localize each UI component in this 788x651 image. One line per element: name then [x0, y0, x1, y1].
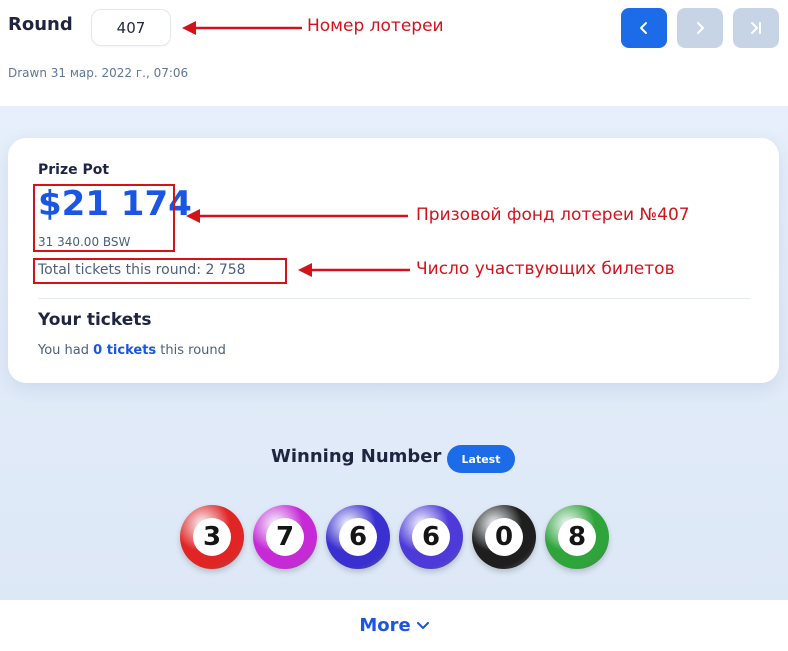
more-button[interactable]: More	[359, 615, 429, 636]
prize-highlight-box	[33, 184, 175, 252]
annotation-arrow-round	[182, 21, 302, 35]
tickets-highlight-box	[33, 258, 287, 284]
annotation-arrow-tickets	[298, 263, 410, 277]
winning-ball-digit: 6	[339, 518, 377, 556]
previous-round-button[interactable]	[621, 8, 667, 48]
you-had-prefix: You had	[38, 343, 89, 358]
winning-ball-digit: 6	[412, 518, 450, 556]
round-number-input[interactable]: 407	[91, 9, 171, 46]
winning-number-title: Winning Number	[271, 446, 442, 467]
winning-ball: 0	[472, 505, 536, 569]
winning-ball: 3	[180, 505, 244, 569]
winning-ball-digit: 3	[193, 518, 231, 556]
winning-ball: 7	[253, 505, 317, 569]
prize-pot-label: Prize Pot	[38, 162, 110, 178]
winning-ball-digit: 7	[266, 518, 304, 556]
winning-ball: 8	[545, 505, 609, 569]
chevron-right-icon	[697, 22, 704, 34]
card-divider	[38, 298, 750, 299]
winning-ball-digit: 8	[558, 518, 596, 556]
your-tickets-summary: You had 0 tickets this round	[38, 343, 226, 358]
annotation-round-number: Номер лотереи	[307, 16, 444, 36]
annotation-arrow-prize	[186, 209, 408, 223]
winning-ball-digit: 0	[485, 518, 523, 556]
chevron-down-icon	[416, 621, 429, 629]
your-tickets-title: Your tickets	[38, 310, 152, 330]
round-label: Round	[8, 14, 73, 35]
more-label: More	[359, 615, 411, 636]
annotation-prize-pot: Призовой фонд лотереи №407	[416, 205, 690, 225]
skip-to-last-icon	[751, 22, 761, 34]
latest-badge: Latest	[447, 445, 515, 473]
last-round-button[interactable]	[733, 8, 779, 48]
next-round-button[interactable]	[677, 8, 723, 48]
chevron-left-icon	[640, 22, 647, 34]
you-had-suffix: this round	[160, 343, 226, 358]
winning-ball: 6	[326, 505, 390, 569]
drawn-date: Drawn 31 мар. 2022 г., 07:06	[8, 66, 189, 80]
annotation-ticket-count: Число участвующих билетов	[416, 259, 675, 279]
you-had-count: 0 tickets	[93, 343, 157, 358]
more-bar: More	[0, 600, 788, 651]
winning-ball: 6	[399, 505, 463, 569]
